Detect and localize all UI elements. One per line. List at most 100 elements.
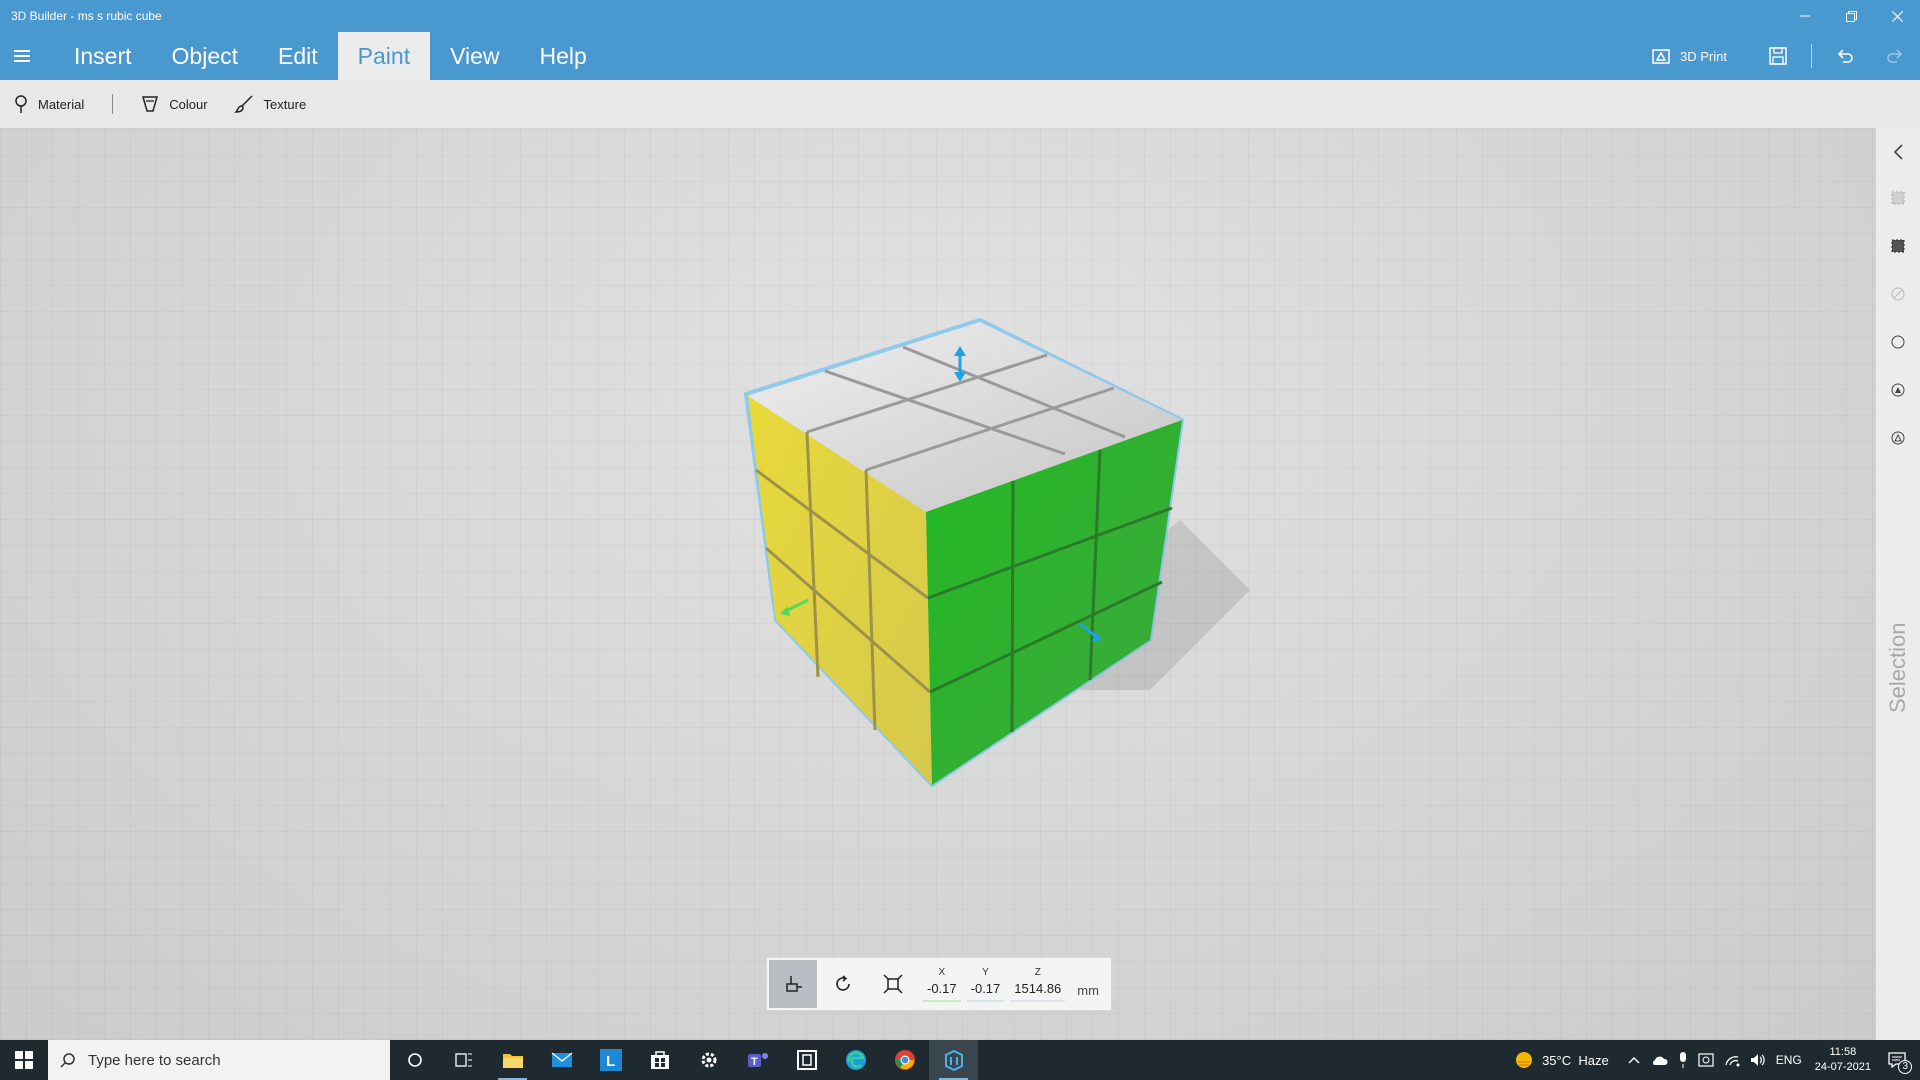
rubiks-cube-model[interactable]: [0, 128, 1876, 1040]
start-button[interactable]: [0, 1040, 48, 1080]
network-button[interactable]: [1724, 1053, 1740, 1067]
weather-widget[interactable]: 35°C Haze: [1514, 1050, 1609, 1070]
taskbar: Type here to search L T 35°C Haze ENG 11…: [0, 1040, 1920, 1080]
save-button[interactable]: [1753, 32, 1803, 80]
appbar-actions: 3D Print: [1652, 32, 1920, 80]
edge-button[interactable]: [831, 1040, 880, 1080]
notifications-button[interactable]: 3: [1888, 1052, 1912, 1074]
close-icon: [1891, 10, 1903, 22]
hamburger-icon: [14, 50, 30, 62]
store-button[interactable]: [635, 1040, 684, 1080]
menu-view[interactable]: View: [430, 32, 519, 80]
onedrive-button[interactable]: [1650, 1054, 1668, 1066]
redo-button[interactable]: [1870, 32, 1920, 80]
3d-app-button[interactable]: [782, 1040, 831, 1080]
mesh-select-button[interactable]: [1886, 378, 1910, 402]
language-text: ENG: [1775, 1053, 1802, 1067]
search-placeholder: Type here to search: [88, 1051, 221, 1069]
z-value[interactable]: 1514.86: [1010, 981, 1066, 1002]
colour-tool[interactable]: Colour: [141, 94, 208, 114]
gear-icon: [701, 1052, 716, 1068]
menu-insert[interactable]: Insert: [54, 32, 152, 80]
toolbar-divider: [112, 94, 114, 114]
taskbar-apps: L T: [390, 1040, 978, 1080]
y-coordinate[interactable]: Y -0.17: [966, 966, 1005, 1002]
scale-mode-button[interactable]: [869, 960, 917, 1008]
move-mode-button[interactable]: [769, 960, 817, 1008]
texture-label: Texture: [263, 96, 307, 112]
restore-icon: [1845, 10, 1857, 22]
wifi-icon: [1725, 1056, 1740, 1067]
material-label: Material: [38, 96, 85, 112]
select-vertices-button[interactable]: [1886, 330, 1910, 354]
x-value[interactable]: -0.17: [923, 981, 961, 1002]
menu-edit[interactable]: Edit: [258, 32, 338, 80]
date-text: 24-07-2021: [1814, 1061, 1871, 1073]
time-text: 11:58: [1829, 1046, 1857, 1058]
cortana-button[interactable]: [390, 1040, 439, 1080]
menu-object[interactable]: Object: [152, 32, 258, 80]
face-select-icon: [1891, 239, 1905, 253]
triangle-icon: [1891, 431, 1905, 445]
y-value[interactable]: -0.17: [966, 981, 1005, 1002]
cortana-icon: [407, 1053, 422, 1067]
selection-label: Selection: [1885, 622, 1910, 714]
scale-icon: [883, 974, 903, 994]
restore-button[interactable]: [1828, 0, 1874, 32]
move-icon: [786, 976, 802, 992]
clock[interactable]: 11:58 24-07-2021: [1815, 1045, 1871, 1075]
select-objects-button[interactable]: [1886, 186, 1910, 210]
collapse-panel-button[interactable]: [1886, 140, 1910, 164]
3d-builder-button[interactable]: [929, 1040, 978, 1080]
microphone-button[interactable]: [1678, 1052, 1688, 1068]
divider: [1811, 44, 1812, 68]
taskbar-search[interactable]: Type here to search: [48, 1040, 390, 1080]
z-coordinate[interactable]: Z 1514.86: [1010, 967, 1066, 1002]
rotate-mode-button[interactable]: [819, 960, 867, 1008]
material-tool[interactable]: Material: [14, 94, 84, 114]
system-tray: 35°C Haze ENG 11:58 24-07-2021 3: [1509, 1040, 1920, 1080]
show-hidden-icons-button[interactable]: [1628, 1056, 1640, 1064]
paint-bucket-icon: [142, 96, 159, 112]
save-icon: [1769, 47, 1787, 65]
hamburger-menu-button[interactable]: [0, 32, 44, 80]
chrome-button[interactable]: [880, 1040, 929, 1080]
menu-paint[interactable]: Paint: [337, 32, 431, 80]
brush-icon: [233, 95, 253, 113]
3d-builder-icon: [944, 1049, 963, 1071]
volume-button[interactable]: [1750, 1053, 1766, 1067]
teams-button[interactable]: T: [733, 1040, 782, 1080]
window-title: 3D Builder - ms s rubic cube: [11, 9, 162, 23]
x-coordinate[interactable]: X -0.17: [923, 967, 961, 1002]
3d-viewport[interactable]: [0, 128, 1876, 1040]
select-faces-button[interactable]: [1886, 234, 1910, 258]
l-app-button[interactable]: L: [586, 1040, 635, 1080]
transform-panel: X -0.17 Y -0.17 Z 1514.86 mm: [766, 957, 1112, 1011]
triangle-select-button[interactable]: [1886, 426, 1910, 450]
menu-help[interactable]: Help: [520, 32, 607, 80]
svg-text:L: L: [606, 1053, 615, 1070]
language-indicator[interactable]: ENG: [1776, 1053, 1802, 1067]
security-button[interactable]: [1698, 1052, 1714, 1068]
windows-logo-icon: [15, 1051, 33, 1069]
select-edges-button[interactable]: [1886, 282, 1910, 306]
edge-browser-icon: [845, 1050, 866, 1070]
speaker-icon: [1750, 1054, 1765, 1066]
texture-tool[interactable]: Texture: [233, 94, 307, 114]
chevron-left-icon: [1893, 144, 1903, 160]
settings-button[interactable]: [684, 1040, 733, 1080]
notification-count: 3: [1898, 1060, 1912, 1074]
y-label: Y: [982, 966, 989, 978]
select-all-icon: [1891, 191, 1905, 205]
undo-button[interactable]: [1820, 32, 1870, 80]
folder-icon: [502, 1054, 523, 1068]
close-button[interactable]: [1874, 0, 1920, 32]
mail-button[interactable]: [537, 1040, 586, 1080]
sun-haze-icon: [1516, 1052, 1533, 1068]
minimize-button[interactable]: [1782, 0, 1828, 32]
file-explorer-button[interactable]: [488, 1040, 537, 1080]
task-view-button[interactable]: [439, 1040, 488, 1080]
minimize-icon: [1800, 15, 1810, 17]
task-view-icon: [454, 1053, 472, 1067]
3d-print-button[interactable]: 3D Print: [1652, 47, 1727, 65]
